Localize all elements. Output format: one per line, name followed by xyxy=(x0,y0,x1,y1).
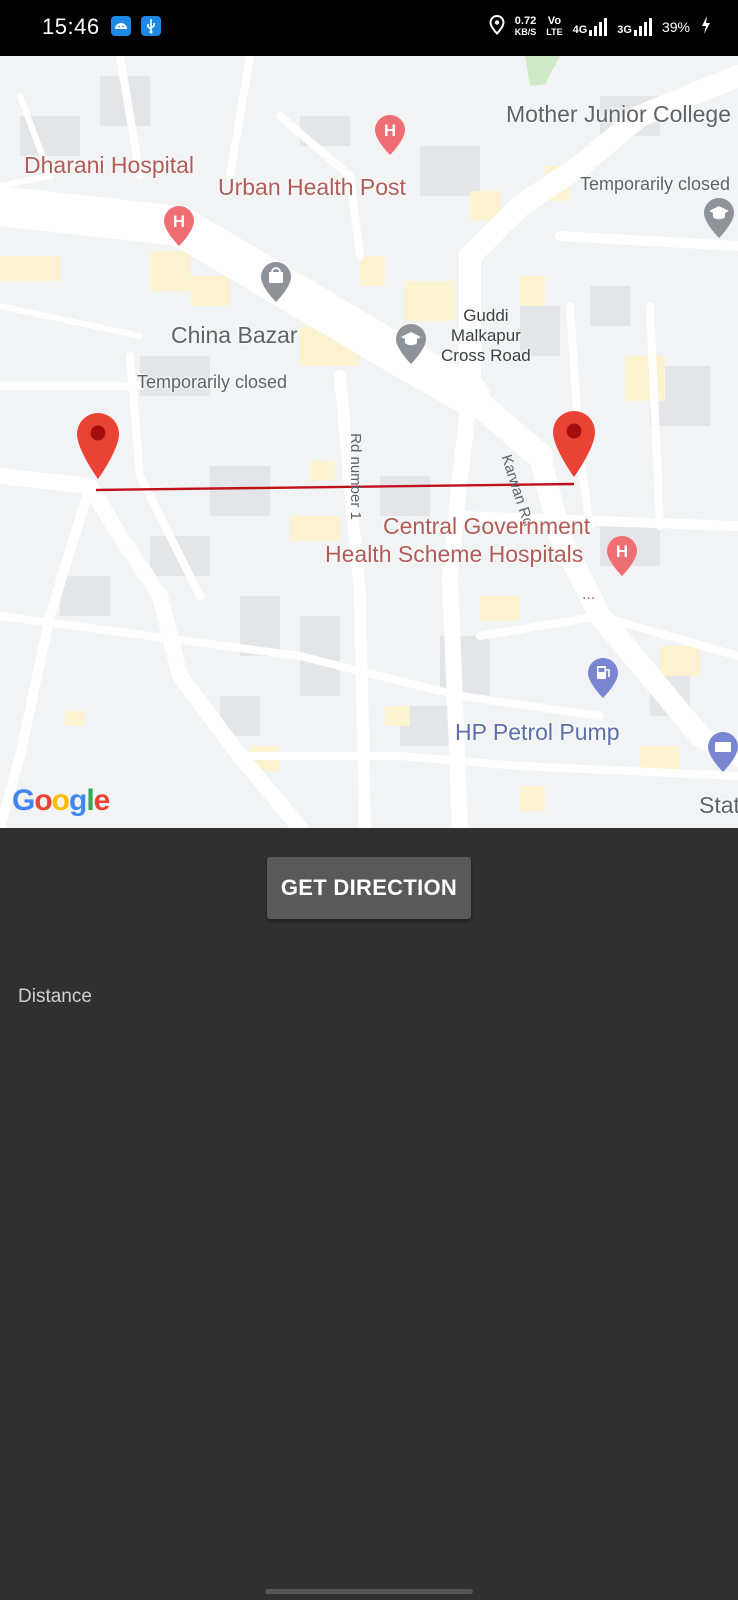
label-urban-health-post[interactable]: Urban Health Post xyxy=(218,174,406,201)
label-stat[interactable]: Stat xyxy=(699,792,738,819)
destination-marker-icon[interactable] xyxy=(551,409,597,479)
network-speed: 0.72 KB/S xyxy=(514,15,537,38)
school-icon[interactable] xyxy=(394,322,428,366)
origin-marker-icon[interactable] xyxy=(75,411,121,481)
status-right-group: 0.72 KB/S Vo LTE 4G 3G 39% xyxy=(489,12,712,42)
svg-text:H: H xyxy=(384,121,396,140)
volte-indicator: Vo LTE xyxy=(546,15,563,38)
location-icon xyxy=(489,14,505,40)
battery-percent: 39% xyxy=(661,19,690,35)
label-hp-petrol-pump[interactable]: HP Petrol Pump xyxy=(455,719,619,746)
get-direction-button[interactable]: GET DIRECTION xyxy=(267,857,471,919)
label-dharani-hospital[interactable]: Dharani Hospital xyxy=(24,152,194,179)
signal-icon xyxy=(633,18,652,36)
shopping-bag-icon[interactable] xyxy=(259,260,293,304)
gas-station-icon[interactable] xyxy=(586,656,620,700)
label-cghs-line2[interactable]: Health Scheme Hospitals xyxy=(325,541,583,568)
label-cghs-line1[interactable]: Central Government xyxy=(383,513,590,540)
battery-charging-icon xyxy=(700,15,712,40)
home-indicator[interactable] xyxy=(265,1589,473,1594)
label-china-bazar[interactable]: China Bazar xyxy=(171,322,298,349)
school-icon[interactable] xyxy=(702,196,736,240)
usb-icon xyxy=(141,16,161,36)
label-ellipsis: ... xyxy=(582,586,596,603)
atm-icon[interactable] xyxy=(706,730,738,774)
signal-3g: 3G xyxy=(617,18,652,36)
hospital-marker-icon[interactable]: H xyxy=(162,204,196,248)
status-bar: 15:46 0.72 KB/S Vo LTE 4G 3G 39% xyxy=(0,0,738,56)
distance-label: Distance xyxy=(18,986,92,1007)
google-logo: Google xyxy=(12,784,110,817)
map-view[interactable]: Mother Junior College Temporarily closed… xyxy=(0,56,738,828)
signal-4g: 4G xyxy=(573,18,608,36)
svg-text:H: H xyxy=(616,542,628,561)
label-temporarily-closed-1: Temporarily closed xyxy=(580,174,731,194)
bottom-panel: GET DIRECTION Distance xyxy=(0,828,738,1600)
road-label-rd-number-1: Rd number 1 xyxy=(346,433,364,520)
android-icon xyxy=(111,16,131,36)
svg-text:H: H xyxy=(173,212,185,231)
label-mother-junior-college[interactable]: Mother Junior College xyxy=(506,101,731,128)
label-guddi-malkapur[interactable]: Guddi Malkapur Cross Road xyxy=(441,306,531,366)
signal-icon xyxy=(589,18,608,36)
hospital-marker-icon[interactable]: H xyxy=(373,113,407,157)
label-temporarily-closed-2: Temporarily closed xyxy=(137,372,288,392)
hospital-marker-icon[interactable]: H xyxy=(605,534,639,578)
status-time: 15:46 xyxy=(42,14,100,39)
